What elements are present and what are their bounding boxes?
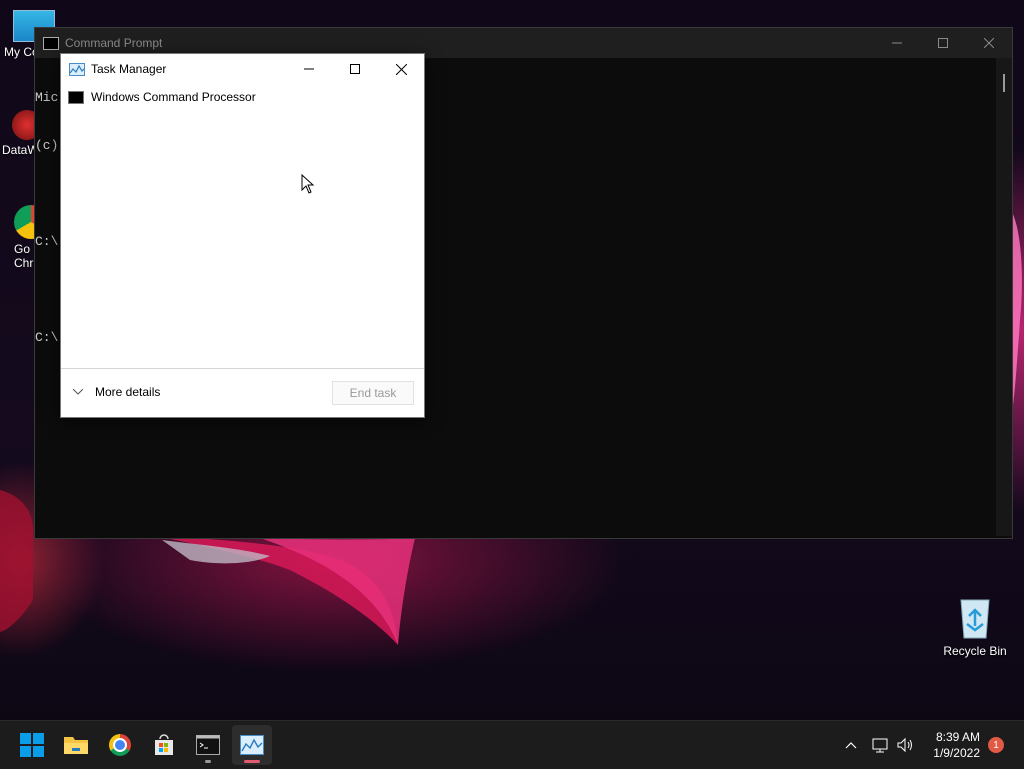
task-manager-icon: [69, 62, 85, 76]
network-icon[interactable]: [872, 737, 890, 753]
cmd-scrollbar[interactable]: [996, 58, 1012, 536]
mouse-cursor-icon: [301, 174, 315, 194]
windows-start-icon: [20, 733, 44, 757]
folder-icon: [64, 737, 88, 754]
cmd-icon: [68, 90, 84, 104]
clock-time: 8:39 AM: [935, 730, 980, 744]
end-task-button[interactable]: End task: [332, 381, 414, 405]
volume-icon[interactable]: [896, 737, 914, 753]
tm-window-title: Task Manager: [91, 62, 167, 76]
minimize-icon: [892, 42, 902, 44]
terminal-icon: [196, 735, 220, 755]
notification-badge[interactable]: 1: [988, 737, 1004, 753]
task-manager-window[interactable]: Task Manager Windows Command Processor M…: [60, 53, 425, 418]
chrome-icon: [109, 734, 131, 756]
file-explorer-button[interactable]: [56, 725, 96, 765]
maximize-button[interactable]: [920, 28, 966, 58]
desktop-icon-recycle-bin[interactable]: Recycle Bin: [940, 596, 1010, 658]
desktop-icon-label: Recycle Bin: [943, 644, 1007, 658]
close-button[interactable]: [966, 28, 1012, 58]
close-icon: [984, 38, 994, 48]
minimize-button[interactable]: [874, 28, 920, 58]
close-icon: [395, 63, 407, 75]
process-row[interactable]: Windows Command Processor: [61, 84, 424, 110]
microsoft-store-button[interactable]: [144, 725, 184, 765]
more-details-label: More details: [95, 385, 161, 399]
chrome-taskbar-button[interactable]: [100, 725, 140, 765]
open-indicator: [205, 760, 211, 763]
more-details-button[interactable]: More details: [73, 385, 160, 399]
maximize-icon: [350, 64, 360, 74]
clock-date: 1/9/2022: [933, 746, 980, 760]
recycle-bin-icon: [960, 599, 990, 639]
process-name: Windows Command Processor: [91, 90, 256, 104]
clock[interactable]: 8:39 AM 1/9/2022: [933, 729, 980, 761]
cmd-window-title: Command Prompt: [65, 36, 163, 50]
maximize-button[interactable]: [332, 54, 378, 84]
system-tray: [844, 721, 914, 769]
maximize-icon: [938, 38, 948, 48]
active-indicator: [244, 760, 260, 763]
close-button[interactable]: [378, 54, 424, 84]
minimize-button[interactable]: [286, 54, 332, 84]
start-button[interactable]: [12, 725, 52, 765]
task-manager-icon: [240, 735, 264, 755]
store-icon: [155, 734, 173, 755]
chevron-down-icon: [73, 389, 83, 395]
command-prompt-taskbar-button[interactable]: [188, 725, 228, 765]
chevron-up-icon[interactable]: [844, 738, 858, 752]
scrollbar-thumb[interactable]: [1003, 74, 1005, 92]
task-manager-taskbar-button[interactable]: [232, 725, 272, 765]
taskbar: 8:39 AM 1/9/2022 1: [0, 720, 1024, 769]
cmd-icon: [43, 36, 59, 50]
tm-footer: More details End task: [61, 368, 424, 417]
minimize-icon: [304, 68, 314, 70]
